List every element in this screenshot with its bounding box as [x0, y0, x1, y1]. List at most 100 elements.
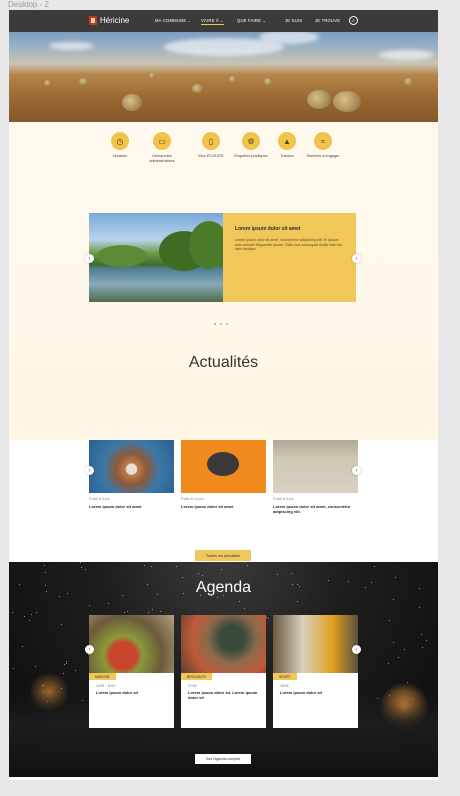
quick-link-travaux[interactable]: ▲ Travaux [267, 132, 307, 159]
clock-icon: ◷ [111, 132, 129, 150]
confetti-sparkle [147, 612, 149, 614]
hero-banner: Héricine MA COMMUNE ⌄ VIVRE À ⌄ QUE FAIR… [9, 10, 438, 122]
slider-dots [214, 323, 228, 325]
agenda-card[interactable]: SPORT 28/06 Lorem ipsum dolor sit [273, 615, 358, 728]
monitor-icon: ▭ [153, 132, 171, 150]
quick-links: ◷ Horaires ▭ Démarches administratives ▯… [9, 122, 438, 202]
news-image [181, 440, 266, 493]
confetti-sparkle [220, 569, 222, 571]
confetti-sparkle [387, 663, 389, 665]
news-prev-button[interactable]: ‹ [85, 466, 94, 475]
news-date: Publié le 8 juin [273, 497, 294, 501]
agenda-card[interactable]: BROCANTE 27/06 Lorem ipsum dolor sit, Lo… [181, 615, 266, 728]
confetti-sparkle [239, 601, 241, 603]
slider-prev-button[interactable]: ‹ [85, 254, 94, 263]
confetti-sparkle [81, 567, 83, 569]
confetti-sparkle [421, 647, 423, 649]
confetti-sparkle [418, 607, 420, 609]
quick-link-label: Travaux [280, 154, 294, 158]
agenda-title: Agenda [195, 579, 252, 596]
quick-link-label: Horaires [112, 154, 128, 158]
slide-title: Lorem ipsum dolor sit amet [235, 226, 301, 232]
confetti-sparkle [107, 603, 109, 605]
confetti-sparkle [144, 565, 146, 567]
confetti-sparkle [12, 612, 13, 614]
confetti-sparkle [29, 619, 31, 621]
agenda-prev-button[interactable]: ‹ [85, 645, 94, 654]
agenda-date: 27/06 [188, 684, 197, 688]
confetti-sparkle [79, 562, 81, 564]
quick-link-enquetes[interactable]: ⚙ Enquêtes publiques [231, 132, 271, 159]
confetti-sparkle [267, 618, 269, 620]
confetti-sparkle [88, 604, 90, 606]
confetti-sparkle [420, 634, 422, 636]
slider-dot[interactable] [226, 323, 228, 325]
confetti-sparkle [127, 611, 129, 613]
slider-dot[interactable] [214, 323, 216, 325]
quick-link-demarches[interactable]: ▭ Démarches administratives [142, 132, 182, 164]
news-card[interactable]: Publié le 8 juin Lorem ipsum dolor sit a… [273, 440, 358, 514]
agenda-image [89, 615, 174, 673]
slide-image [89, 213, 223, 302]
gears-icon: ⚙ [242, 132, 260, 150]
confetti-sparkle [65, 661, 67, 663]
slider-dot[interactable] [220, 323, 222, 325]
confetti-sparkle [24, 616, 26, 618]
quick-link-label: Démarches administratives [149, 154, 175, 163]
confetti-sparkle [150, 565, 152, 567]
quick-link-marches[interactable]: ≈ Marchés à engager [303, 132, 343, 159]
nav-item-ma-commune[interactable]: MA COMMUNE ⌄ [155, 18, 191, 23]
quick-link-label: Enquêtes publiques [234, 154, 268, 158]
nav-item-je-trouve[interactable]: JE TROUVE [315, 18, 340, 23]
confetti-sparkle [63, 663, 65, 665]
news-card[interactable]: Publié le 10 juin Lorem ipsum dolor sit … [181, 440, 266, 509]
nav-item-que-faire[interactable]: QUE FAIRE ⌄ [237, 18, 266, 23]
news-image [273, 440, 358, 493]
quick-link-horaires[interactable]: ◷ Horaires [100, 132, 140, 159]
news-date: Publié le 8 juin [89, 497, 110, 501]
frame-label: Desktop - 2 [8, 0, 49, 9]
news-date: Publié le 10 juin [181, 497, 204, 501]
confetti-sparkle [393, 599, 395, 601]
nav-item-je-suis[interactable]: JE SUIS [285, 18, 302, 23]
logo-mark-icon [89, 16, 97, 25]
top-navigation: Héricine MA COMMUNE ⌄ VIVRE À ⌄ QUE FAIR… [9, 10, 438, 32]
confetti-sparkle [152, 608, 154, 610]
full-agenda-button[interactable]: Voir l'agenda complet [195, 754, 251, 764]
confetti-sparkle [44, 564, 46, 566]
agenda-tag: BROCANTE [181, 673, 212, 680]
quick-link-label: Mon ÉCOLIER [198, 154, 224, 158]
agenda-section: Agenda MARCHÉ 11/06 - 11/07 Lorem ipsum … [9, 562, 438, 777]
confetti-sparkle [395, 576, 397, 578]
news-title: Lorem ipsum dolor sit amet [89, 504, 142, 509]
logo[interactable]: Héricine [89, 16, 129, 25]
slider-next-button[interactable]: › [352, 254, 361, 263]
confetti-sparkle [36, 611, 38, 613]
confetti-sparkle [123, 612, 125, 614]
all-news-button[interactable]: Toutes les actualités [195, 550, 251, 561]
confetti-sparkle [74, 670, 76, 672]
agenda-next-button[interactable]: › [352, 645, 361, 654]
agenda-tag: MARCHÉ [89, 673, 116, 680]
news-next-button[interactable]: › [352, 466, 361, 475]
news-card[interactable]: Publié le 8 juin Lorem ipsum dolor sit a… [89, 440, 174, 509]
confetti-sparkle [159, 611, 161, 612]
confetti-sparkle [389, 620, 391, 622]
search-icon[interactable]: ⌕ [349, 16, 358, 25]
agenda-event-title: Lorem ipsum dolor sit [280, 690, 323, 695]
confetti-sparkle [21, 646, 23, 648]
quick-link-ecolier[interactable]: ▯ Mon ÉCOLIER [191, 132, 231, 159]
cone-icon: ▲ [278, 132, 296, 150]
agenda-image [273, 615, 358, 673]
confetti-sparkle [374, 566, 376, 568]
nav-item-vivre-a[interactable]: VIVRE À ⌄ [201, 18, 225, 25]
confetti-sparkle [246, 565, 248, 567]
news-section-title: Actualités [188, 354, 259, 371]
agenda-card[interactable]: MARCHÉ 11/06 - 11/07 Lorem ipsum dolor s… [89, 615, 174, 728]
confetti-sparkle [202, 574, 204, 576]
confetti-sparkle [397, 656, 399, 658]
book-icon: ▯ [202, 132, 220, 150]
confetti-sparkle [44, 571, 46, 573]
confetti-sparkle [276, 574, 278, 576]
agenda-date: 28/06 [280, 684, 289, 688]
